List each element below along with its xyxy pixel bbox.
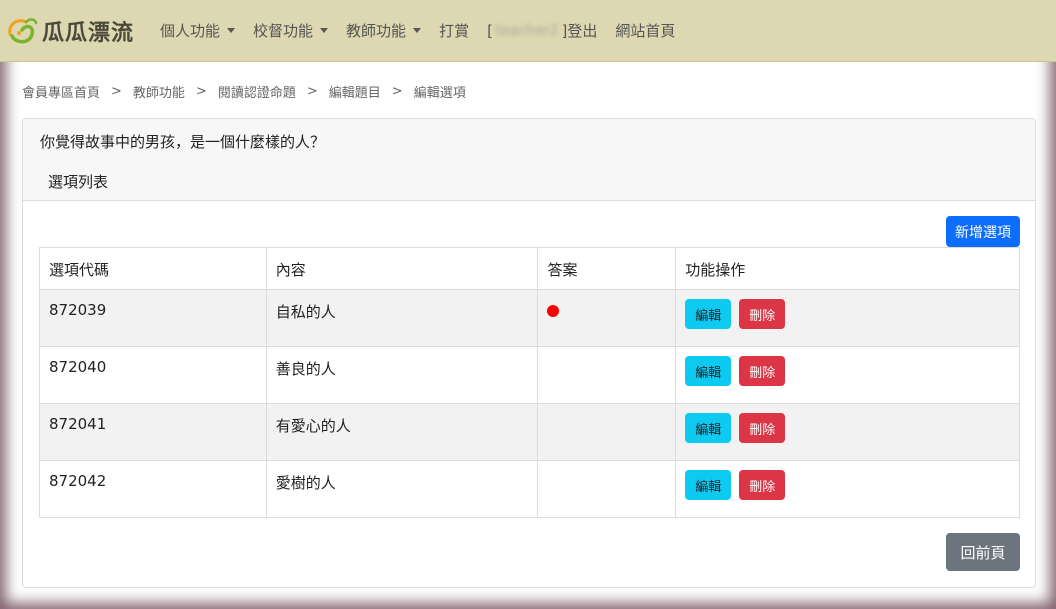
nav-home-link[interactable]: 網站首頁 [615, 20, 675, 41]
question-text: 你覺得故事中的男孩，是一個什麼樣的人？ [40, 133, 326, 151]
option-code: 872039 [39, 289, 267, 347]
option-answer [537, 403, 677, 461]
breadcrumb: 會員專區首頁 > 教師功能 > 閱讀認證命題 > 編輯題目 > 編輯選項 [22, 82, 466, 101]
options-card: 你覺得故事中的男孩，是一個什麼樣的人？ 選項列表 新增選項 選項代碼 內容 答案… [22, 118, 1036, 588]
add-option-button[interactable]: 新增選項 [946, 216, 1020, 247]
option-actions: 編輯 刪除 [675, 346, 1020, 404]
username: teacher2 [495, 22, 559, 39]
option-content: 愛樹的人 [265, 460, 539, 518]
logout-link[interactable]: 登出 [567, 20, 597, 41]
breadcrumb-edit-question[interactable]: 編輯題目 [329, 82, 381, 101]
options-list-title: 選項列表 [48, 173, 109, 191]
card-header: 你覺得故事中的男孩，是一個什麼樣的人？ 選項列表 [23, 119, 1035, 201]
nav-teacher-menu[interactable]: 教師功能 [346, 20, 422, 41]
edit-button[interactable]: 編輯 [685, 356, 732, 386]
caret-down-icon [227, 28, 236, 33]
nav-tip-link[interactable]: 打賞 [439, 20, 469, 41]
melon-logo-icon [8, 17, 38, 43]
breadcrumb-separator: > [391, 84, 403, 99]
option-actions: 編輯 刪除 [675, 403, 1020, 461]
caret-down-icon [413, 28, 422, 33]
option-actions: 編輯 刪除 [675, 460, 1020, 518]
header-code: 選項代碼 [39, 247, 267, 290]
option-answer [537, 460, 677, 518]
edit-button[interactable]: 編輯 [685, 470, 732, 500]
user-bracket-open: [ [487, 21, 493, 40]
option-code: 872041 [39, 403, 267, 461]
delete-button[interactable]: 刪除 [739, 413, 786, 443]
caret-down-icon [320, 28, 329, 33]
nav-teacher-label: 教師功能 [346, 22, 407, 40]
nav-personal-label: 個人功能 [160, 22, 221, 40]
top-navbar: 瓜瓜漂流 個人功能 校督功能 教師功能 打賞 [ teacher2 ] 登出 網… [0, 0, 1056, 62]
table-row: 872040 善良的人 編輯 刪除 [39, 346, 1020, 404]
nav-home-label: 網站首頁 [615, 22, 676, 40]
nav-school-label: 校督功能 [253, 22, 314, 40]
option-code: 872040 [39, 346, 267, 404]
breadcrumb-member-home[interactable]: 會員專區首頁 [22, 82, 100, 101]
option-code: 872042 [39, 460, 267, 518]
brand-name: 瓜瓜漂流 [42, 20, 135, 46]
user-logout: [ teacher2 ] 登出 [487, 20, 597, 41]
edit-button[interactable]: 編輯 [685, 299, 732, 329]
option-content: 自私的人 [265, 289, 539, 347]
correct-answer-dot-icon [547, 305, 560, 317]
header-content: 內容 [265, 247, 539, 290]
breadcrumb-separator: > [111, 84, 122, 99]
table-row: 872041 有愛心的人 編輯 刪除 [39, 403, 1020, 461]
page-frame: 瓜瓜漂流 個人功能 校督功能 教師功能 打賞 [ teacher2 ] 登出 網… [0, 0, 1056, 609]
delete-button[interactable]: 刪除 [739, 470, 786, 500]
option-answer [537, 346, 677, 404]
option-content: 善良的人 [265, 346, 539, 404]
table-row: 872042 愛樹的人 編輯 刪除 [39, 460, 1020, 518]
delete-button[interactable]: 刪除 [739, 356, 786, 386]
brand[interactable]: 瓜瓜漂流 [4, 14, 134, 48]
table-row: 872039 自私的人 編輯 刪除 [39, 289, 1020, 347]
breadcrumb-separator: > [306, 84, 318, 99]
option-answer [537, 289, 677, 347]
header-answer: 答案 [537, 247, 677, 290]
breadcrumb-edit-options: 編輯選項 [413, 86, 466, 101]
breadcrumb-separator: > [195, 84, 207, 99]
edit-button[interactable]: 編輯 [685, 413, 732, 443]
option-content: 有愛心的人 [265, 403, 539, 461]
delete-button[interactable]: 刪除 [739, 299, 786, 329]
nav-tip-label: 打賞 [439, 22, 470, 40]
nav-personal-menu[interactable]: 個人功能 [160, 20, 236, 41]
back-button[interactable]: 回前頁 [946, 533, 1020, 571]
option-actions: 編輯 刪除 [675, 289, 1020, 347]
nav-school-menu[interactable]: 校督功能 [253, 20, 329, 41]
breadcrumb-reading-quiz[interactable]: 閱讀認證命題 [218, 82, 296, 101]
table-header-row: 選項代碼 內容 答案 功能操作 [39, 247, 1020, 290]
breadcrumb-teacher[interactable]: 教師功能 [133, 82, 185, 101]
header-actions: 功能操作 [675, 247, 1020, 290]
options-table: 選項代碼 內容 答案 功能操作 872039 自私的人 編輯 刪除 872040… [39, 247, 1020, 518]
